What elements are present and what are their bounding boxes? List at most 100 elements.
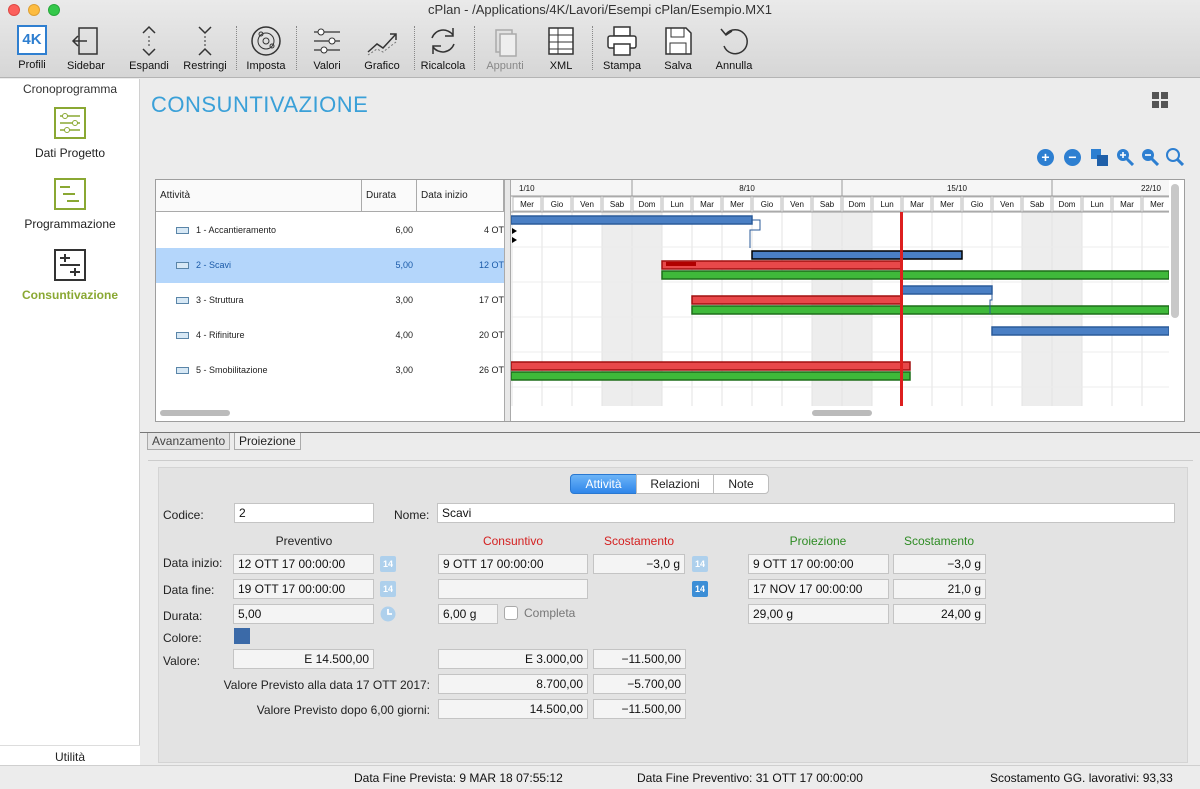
actual-bar [661,260,902,270]
zoom-out-icon[interactable] [1141,148,1159,166]
xml-button[interactable]: XML [540,22,582,74]
planned-bar [751,250,963,260]
close-window-button[interactable] [8,4,20,16]
zoom-in-icon[interactable] [1116,148,1134,166]
table-horizontal-scrollbar[interactable] [160,410,230,416]
valore-label: Valore: [163,654,201,668]
fit-view-icon[interactable] [1091,149,1108,166]
sidebar-item-programmazione[interactable]: Programmazione [0,177,140,231]
toolbar-separator [474,26,475,70]
sidebar-header: Cronoprogramma [22,82,118,96]
col-header-data-inizio[interactable]: Data inizio [417,180,504,212]
day-label: Lun [670,200,683,209]
appunti-button[interactable]: Appunti [482,22,528,74]
salva-button[interactable]: Salva [656,22,700,74]
sidebar-button[interactable]: Sidebar [62,22,110,74]
task-icon [176,297,189,305]
espandi-button[interactable]: Espandi [126,22,172,74]
toolbar-separator [296,26,297,70]
preventivo-inizio-field[interactable]: 12 OTT 17 00:00:00 [233,554,374,574]
valori-button[interactable]: Valori [304,22,350,74]
table-row[interactable]: 3 - Struttura 3,00 17 OT [156,283,504,318]
minimize-window-button[interactable] [28,4,40,16]
preventivo-durata-field[interactable]: 5,00 [233,604,374,624]
table-row[interactable]: 1 - Accantieramento 6,00 4 OT [156,213,504,248]
task-name-cell: 5 - Smobilitazione [176,353,268,388]
save-disk-icon [665,27,692,55]
splitter[interactable] [504,180,511,421]
day-label: Ven [580,200,594,209]
table-row-selected[interactable]: 2 - Scavi 5,00 12 OT [156,248,504,283]
clock-icon[interactable] [380,606,396,622]
sidebar-item-consuntivazione[interactable]: Consuntivazione [0,248,140,302]
task-name: 1 - Accantieramento [196,225,277,235]
header-scostamento: Scostamento [603,534,675,548]
preventivo-fine-field[interactable]: 19 OTT 17 00:00:00 [233,579,374,599]
colore-label: Colore: [163,631,202,645]
task-start: 17 OT [478,295,504,305]
consuntivo-durata-field[interactable]: 6,00 g [438,604,498,624]
day-label: Ven [1000,200,1014,209]
segment-note[interactable]: Note [713,474,769,494]
stampa-button[interactable]: Stampa [598,22,646,74]
calendar-icon[interactable]: 14 [380,581,396,597]
segment-relazioni[interactable]: Relazioni [636,474,714,494]
gantt-vertical-scrollbar[interactable] [1171,184,1179,318]
color-swatch[interactable] [234,628,250,644]
nome-field[interactable]: Scavi [437,503,1175,523]
profili-button[interactable]: 4K Profili [10,22,54,74]
week-label: 15/10 [947,184,968,193]
restringi-button[interactable]: Restringi [180,22,230,74]
grafico-label: Grafico [364,60,400,72]
gantt-horizontal-scrollbar[interactable] [812,410,872,416]
calendar-icon[interactable]: 14 [692,581,708,597]
preventivo-valore-field[interactable]: E 14.500,00 [233,649,374,669]
imposta-button[interactable]: Imposta [242,22,290,74]
zoom-selection-icon[interactable] [1166,148,1184,166]
task-start: 4 OT [483,225,504,235]
grid-view-icon[interactable] [1152,92,1169,109]
consuntivo-fine-field[interactable] [438,579,588,599]
print-icon [607,26,637,56]
day-label: Mar [1120,200,1134,209]
planned-bar [511,215,753,225]
calendar-icon[interactable]: 14 [692,556,708,572]
add-icon[interactable]: + [1037,149,1054,166]
remove-icon[interactable]: − [1064,149,1081,166]
sidebar-item-dati-progetto[interactable]: Dati Progetto [0,106,140,160]
consuntivo-inizio-field[interactable]: 9 OTT 17 00:00:00 [438,554,588,574]
annulla-button[interactable]: Annulla [710,22,758,74]
valore-previsto-data-label: Valore Previsto alla data 17 OTT 2017: [223,678,430,692]
task-duration: 5,00 [395,260,413,270]
collapse-icon [198,26,212,56]
4k-logo-icon: 4K [17,25,47,55]
completa-checkbox[interactable] [504,606,518,620]
gantt-svg: 1/10 8/10 15/10 22/10 Mer Gio Ven Sab Dom Lun Mar M… [511,180,1169,406]
table-row[interactable]: 5 - Smobilitazione 3,00 26 OT [156,353,504,388]
grafico-button[interactable]: Grafico [358,22,406,74]
week-label: 22/10 [1141,184,1162,193]
sidebar-item-label: Programmazione [24,217,116,231]
zoom-window-button[interactable] [48,4,60,16]
consuntivo-valore-field[interactable]: E 3.000,00 [438,649,588,669]
sidebar-utilita[interactable]: Utilità [0,745,140,765]
tab-avanzamento[interactable]: Avanzamento [147,433,231,450]
calendar-icon[interactable]: 14 [380,556,396,572]
xml-label: XML [549,60,573,72]
ricalcola-button[interactable]: Ricalcola [418,22,468,74]
day-label: Mar [910,200,924,209]
task-icon [176,227,189,235]
col-header-durata[interactable]: Durata [362,180,417,212]
tab-proiezione[interactable]: Proiezione [234,433,301,450]
chart-icon [367,33,397,56]
table-row[interactable]: 4 - Rifiniture 4,00 20 OT [156,318,504,353]
day-label: Lun [1090,200,1103,209]
codice-field[interactable]: 2 [234,503,374,523]
segment-attivita[interactable]: Attività [570,474,637,494]
gantt-chart[interactable]: 1/10 8/10 15/10 22/10 Mer Gio Ven Sab Dom Lun Mar M… [511,180,1169,406]
day-label: Mar [700,200,714,209]
task-name: 2 - Scavi [196,260,232,270]
col-header-attivita[interactable]: Attività [156,180,362,212]
completa-label: Completa [524,606,576,620]
toolbar-separator [592,26,593,70]
